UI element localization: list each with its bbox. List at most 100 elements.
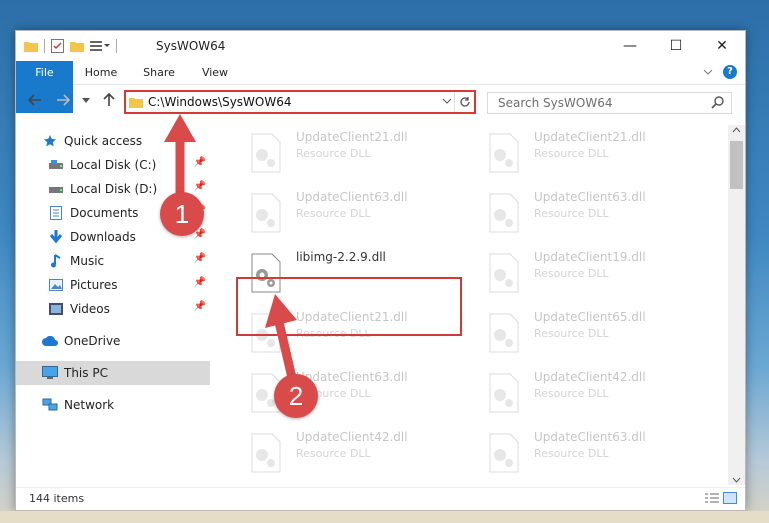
sidebar-item-label: Documents (70, 206, 139, 220)
close-button[interactable]: ✕ (699, 31, 745, 61)
tab-home[interactable]: Home (76, 61, 126, 85)
pin-icon[interactable]: 📌 (194, 157, 206, 168)
callout-badge-2: 2 (274, 374, 318, 418)
list-item[interactable]: UpdateClient19.dll Resource DLL (476, 245, 706, 297)
drive-icon (48, 157, 64, 173)
sidebar-item-onedrive[interactable]: OneDrive (16, 329, 210, 353)
sidebar-item-label: OneDrive (64, 334, 121, 348)
file-description: Resource DLL (296, 147, 371, 160)
help-icon[interactable]: ? (723, 65, 737, 79)
pin-icon[interactable]: 📌 (194, 181, 206, 192)
list-item[interactable]: UpdateClient21.dll Resource DLL (476, 125, 706, 177)
back-icon[interactable] (28, 93, 42, 107)
file-name: UpdateClient63.dll (534, 430, 646, 444)
recent-locations-icon[interactable] (82, 98, 90, 104)
list-item[interactable]: UpdateClient65.dll Resource DLL (476, 305, 706, 357)
file-name: UpdateClient19.dll (534, 250, 646, 264)
scrollbar-thumb[interactable] (730, 141, 743, 189)
sidebar-item-label: Music (70, 254, 105, 268)
scroll-up-icon[interactable] (732, 127, 741, 133)
window-title: SysWOW64 (156, 39, 226, 53)
list-item[interactable]: UpdateClient42.dll Resource DLL (238, 425, 468, 477)
callout-badge-1: 1 (160, 192, 204, 236)
explorer-window: SysWOW64 — ☐ ✕ File Home Share View ? C:… (15, 30, 746, 511)
sidebar-item-local-disk-c[interactable]: Local Disk (C:) 📌 (16, 153, 210, 177)
star-icon (42, 133, 58, 149)
folder-icon (129, 98, 143, 108)
file-name: UpdateClient65.dll (534, 310, 646, 324)
list-item[interactable]: UpdateClient21.dll Resource DLL (238, 125, 468, 177)
search-placeholder: Search SysWOW64 (498, 96, 613, 110)
search-icon[interactable] (711, 95, 725, 109)
documents-icon (48, 205, 64, 221)
file-description: Resource DLL (534, 447, 609, 460)
sidebar-item-label: Local Disk (C:) (70, 158, 157, 172)
scroll-down-icon[interactable] (732, 477, 741, 483)
dll-file-icon (251, 193, 281, 233)
up-icon[interactable] (102, 93, 116, 107)
details-view-icon[interactable] (705, 492, 719, 504)
expand-ribbon-icon[interactable] (703, 68, 713, 76)
sidebar-item-label: Local Disk (D:) (70, 182, 158, 196)
file-name: UpdateClient42.dll (296, 430, 408, 444)
window-controls: — ☐ ✕ (607, 31, 745, 61)
sidebar-item-label: Network (64, 398, 115, 412)
separator (116, 39, 117, 53)
chevron-down-icon[interactable] (442, 95, 452, 107)
pin-icon[interactable]: 📌 (194, 253, 206, 264)
file-description: Resource DLL (534, 327, 609, 340)
sidebar-item-pictures[interactable]: Pictures 📌 (16, 273, 210, 297)
file-list: UpdateClient21.dll Resource DLL UpdateCl… (226, 125, 726, 485)
drive-icon (48, 181, 64, 197)
dll-file-icon (489, 433, 519, 473)
dll-file-icon (489, 193, 519, 233)
file-description: Resource DLL (534, 267, 609, 280)
list-item[interactable]: UpdateClient63.dll Resource DLL (238, 365, 468, 417)
minimize-button[interactable]: — (607, 31, 653, 61)
list-item[interactable]: UpdateClient63.dll Resource DLL (476, 425, 706, 477)
search-box[interactable]: Search SysWOW64 (487, 92, 732, 114)
pin-icon[interactable]: 📌 (194, 301, 206, 312)
dll-file-icon (251, 433, 281, 473)
address-path[interactable]: C:\Windows\SysWOW64 (148, 95, 292, 109)
status-bar: 144 items (16, 487, 745, 510)
pin-icon[interactable]: 📌 (194, 277, 206, 288)
file-description: Resource DLL (534, 147, 609, 160)
refresh-icon (459, 97, 470, 107)
sidebar-item-label: This PC (64, 366, 108, 380)
navigation-bar: C:\Windows\SysWOW64 Search SysWOW64 (16, 87, 745, 119)
ribbon-tabs: File Home Share View ? (16, 61, 745, 113)
sidebar-item-network[interactable]: Network (16, 393, 210, 417)
maximize-button[interactable]: ☐ (653, 31, 699, 61)
tab-view[interactable]: View (192, 61, 238, 85)
sidebar-item-quick-access[interactable]: Quick access (16, 129, 210, 153)
file-name: UpdateClient63.dll (534, 190, 646, 204)
customize-toolbar-icon[interactable] (90, 40, 110, 52)
computer-icon (42, 365, 58, 381)
address-bar[interactable]: C:\Windows\SysWOW64 (124, 90, 476, 114)
quick-access-toolbar (24, 37, 117, 55)
music-icon (48, 253, 64, 269)
vertical-scrollbar[interactable] (728, 125, 745, 485)
sidebar-item-this-pc[interactable]: This PC (16, 361, 210, 385)
large-icons-view-icon[interactable] (723, 492, 737, 504)
pictures-icon (48, 277, 64, 293)
list-item[interactable]: UpdateClient63.dll Resource DLL (238, 185, 468, 237)
list-item[interactable]: UpdateClient63.dll Resource DLL (476, 185, 706, 237)
tab-share[interactable]: Share (134, 61, 184, 85)
file-name: UpdateClient21.dll (296, 130, 408, 144)
forward-icon[interactable] (56, 93, 70, 107)
desktop-bottom (0, 511, 769, 523)
file-name: libimg-2.2.9.dll (296, 250, 386, 264)
sidebar-item-music[interactable]: Music 📌 (16, 249, 210, 273)
sidebar-item-videos[interactable]: Videos 📌 (16, 297, 210, 321)
properties-icon[interactable] (51, 39, 64, 53)
list-item[interactable]: UpdateClient42.dll Resource DLL (476, 365, 706, 417)
folder-icon[interactable] (24, 40, 38, 52)
navigation-pane: Quick access Local Disk (C:) 📌 Local Dis… (16, 125, 210, 485)
network-icon (42, 397, 58, 413)
new-folder-icon[interactable] (70, 40, 84, 52)
refresh-button[interactable] (454, 92, 474, 112)
title-bar: SysWOW64 — ☐ ✕ (16, 31, 745, 61)
item-count: 144 items (29, 492, 85, 505)
